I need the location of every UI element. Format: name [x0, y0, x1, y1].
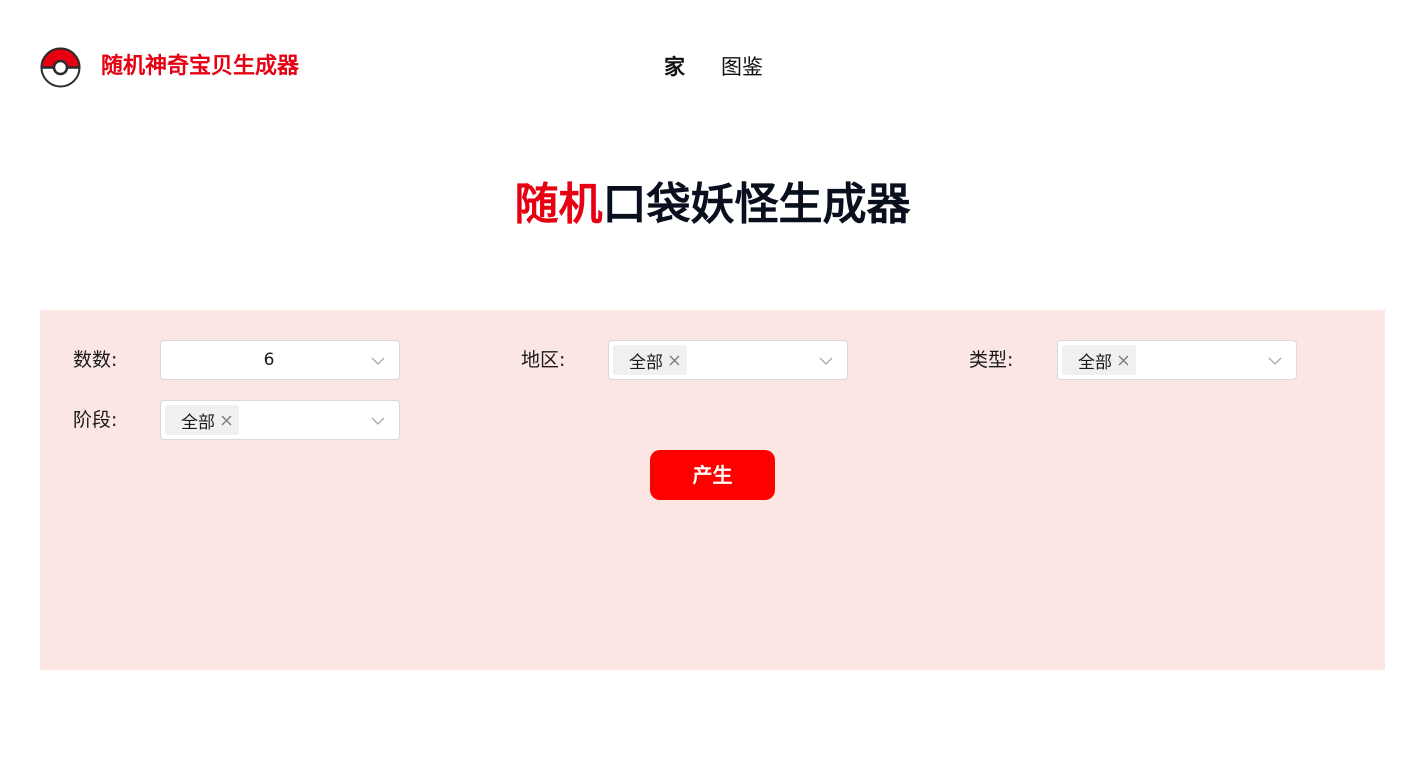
count-value: 6 — [263, 350, 275, 370]
page-title-rest: 口袋妖怪生成器 — [602, 179, 911, 230]
pokeball-icon[interactable] — [40, 47, 81, 88]
region-tag-label: 全部 — [629, 352, 663, 373]
type-tag: 全部 — [1062, 345, 1136, 375]
stage-label: 阶段: — [73, 409, 118, 431]
type-select[interactable]: 全部 — [1057, 340, 1297, 380]
nav-item-home[interactable]: 家 — [664, 53, 685, 81]
stage-tag: 全部 — [165, 405, 239, 435]
stage-tag-label: 全部 — [181, 412, 215, 433]
chevron-down-icon — [371, 417, 385, 425]
generator-panel: 数数: 6 地区: 全部 类型: 全部 阶段: 全部 产生 — [40, 310, 1385, 670]
nav-item-pokedex[interactable]: 图鉴 — [721, 53, 763, 81]
type-label: 类型: — [969, 349, 1014, 371]
type-tag-label: 全部 — [1078, 352, 1112, 373]
count-label: 数数: — [73, 349, 118, 371]
region-tag: 全部 — [613, 345, 687, 375]
region-select[interactable]: 全部 — [608, 340, 848, 380]
chevron-down-icon — [1268, 357, 1282, 365]
main-nav: 家 图鉴 — [664, 53, 763, 81]
region-label: 地区: — [521, 349, 566, 371]
page-title-accent: 随机 — [514, 179, 603, 230]
chevron-down-icon — [819, 357, 833, 365]
count-select[interactable]: 6 — [160, 340, 400, 380]
site-title[interactable]: 随机神奇宝贝生成器 — [101, 53, 299, 81]
stage-select[interactable]: 全部 — [160, 400, 400, 440]
close-icon[interactable] — [1117, 354, 1130, 367]
header: 随机神奇宝贝生成器 家 图鉴 — [0, 0, 1425, 135]
generate-button[interactable]: 产生 — [650, 450, 775, 500]
close-icon[interactable] — [668, 354, 681, 367]
chevron-down-icon — [371, 357, 385, 365]
close-icon[interactable] — [220, 414, 233, 427]
page-title: 随机口袋妖怪生成器 — [0, 175, 1425, 235]
